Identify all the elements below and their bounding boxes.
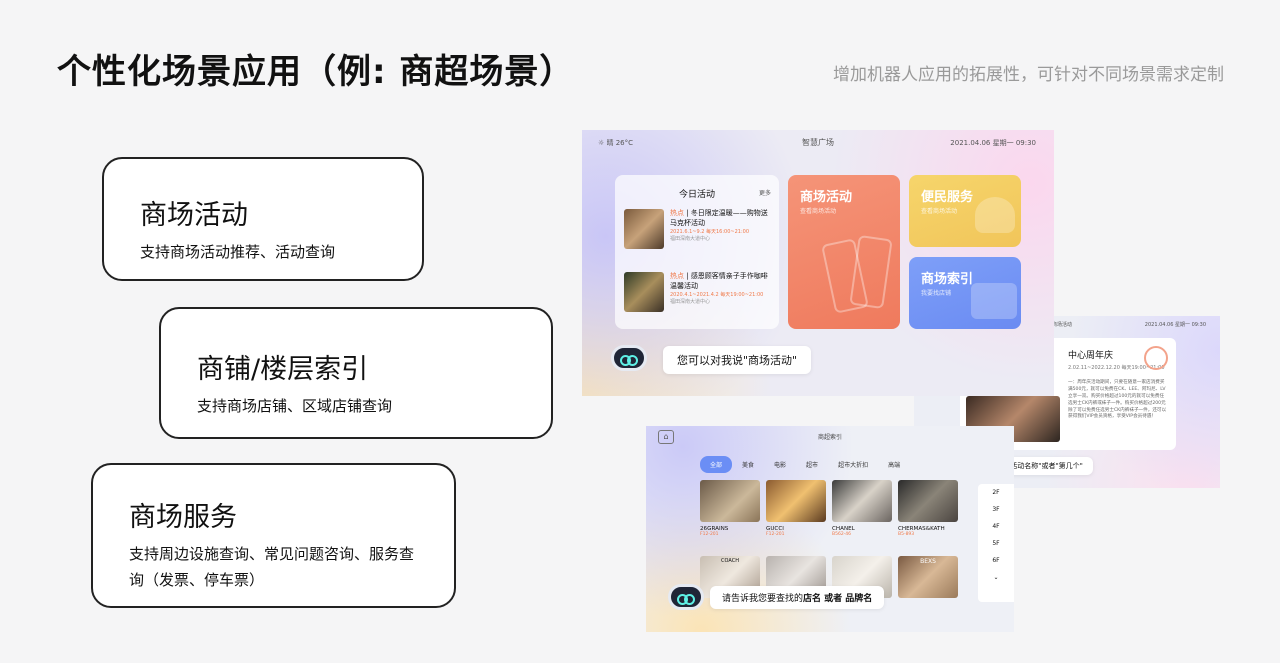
- activity-thumbnail: [624, 209, 664, 249]
- activity-name: 冬日限定温暖——购物送马克杯活动: [670, 209, 768, 227]
- mall-index-screen: ⌂ 商超索引 全部 美食 电影 超市 超市大折扣 高端 26GRAINS F12…: [646, 426, 1014, 632]
- feature-title: 商场活动: [140, 200, 248, 231]
- floor-selector: 2F 3F 4F 5F 6F ⌄: [978, 484, 1014, 602]
- robot-avatar[interactable]: [668, 584, 704, 610]
- hint-text: 请告诉我您要查找的: [722, 594, 804, 604]
- tile-subtitle: 查看商场活动: [800, 208, 837, 215]
- activity-body: 一：周年庆活动期间，只要在随意一家店消费买满500元，就可以免费在CK、LEE、…: [1068, 380, 1167, 420]
- page-subtitle: 增加机器人应用的拓展性，可针对不同场景需求定制: [833, 65, 1224, 85]
- tile-title: 商场索引: [921, 272, 974, 287]
- panel-title: 今日活动: [678, 190, 715, 200]
- activity-item[interactable]: 热点 | 感恩顾客情亲子手作咖啡温馨活动 2020.4.1~2021.4.2 每…: [624, 272, 774, 316]
- activity-date: 2021.6.1~9.2 每天16:00~21:00: [670, 228, 750, 235]
- shop-floor: B5-893: [898, 532, 915, 537]
- slide: 个性化场景应用（例: 商超场景） 增加机器人应用的拓展性，可针对不同场景需求定制…: [0, 0, 1280, 663]
- feature-card-activity: 商场活动 支持商场活动推荐、活动查询: [102, 157, 424, 281]
- screen-header-left: 商场活动: [1052, 322, 1073, 328]
- chevron-down-icon[interactable]: ⌄: [978, 569, 1014, 586]
- activity-place: 福田深南大道中心: [670, 236, 711, 243]
- shop-card[interactable]: GUCCI F12-201: [766, 480, 826, 542]
- feature-title: 商场服务: [129, 502, 237, 533]
- feature-desc: 支持商场店铺、区域店铺查询: [197, 397, 393, 415]
- feature-title: 商铺/楼层索引: [197, 354, 369, 385]
- hint-keywords: 店名 或者 品牌名: [803, 594, 873, 604]
- feature-card-index: 商铺/楼层索引 支持商场店铺、区域店铺查询: [159, 307, 553, 439]
- page-title: 个性化场景应用（例: 商超场景）: [57, 52, 575, 92]
- tab-luxury[interactable]: 高端: [878, 456, 910, 473]
- more-link[interactable]: 更多: [759, 188, 771, 197]
- shop-photo: [898, 480, 958, 522]
- activity-name: 感恩顾客情亲子手作咖啡温馨活动: [670, 272, 768, 290]
- hot-tag: 热点: [670, 272, 684, 280]
- feature-desc: 支持周边设施查询、常见问题咨询、服务查询（发票、停车票）: [129, 545, 415, 589]
- tile-convenience-service[interactable]: 便民服务 查看商场活动: [909, 175, 1021, 247]
- shop-floor: F12-201: [700, 532, 719, 537]
- floor-5f[interactable]: 5F: [978, 535, 1014, 552]
- tab-supermarket[interactable]: 超市: [796, 456, 828, 473]
- voice-hint-bubble: 您可以对我说"商场活动": [663, 346, 812, 374]
- activity-date: 2020.4.1~2021.4.2 每天19:00~21:00: [670, 291, 764, 298]
- mall-home-screen: ☼ 晴 26°C 智慧广场 2021.04.06 星期一 09:30 今日活动 …: [582, 130, 1054, 396]
- shop-card[interactable]: BEXS: [898, 556, 958, 618]
- tile-title: 便民服务: [921, 190, 974, 205]
- tile-title: 商场活动: [800, 190, 853, 205]
- activity-title: 中心周年庆: [1068, 351, 1114, 361]
- shop-photo: [766, 480, 826, 522]
- floor-4f[interactable]: 4F: [978, 518, 1014, 535]
- tab-movie[interactable]: 电影: [764, 456, 796, 473]
- screen-datetime: 2021.04.06 星期一 09:30: [1144, 322, 1206, 328]
- screen-datetime: 2021.04.06 星期一 09:30: [950, 139, 1036, 147]
- map-icon: [971, 283, 1017, 319]
- feature-card-service: 商场服务 支持周边设施查询、常见问题咨询、服务查询（发票、停车票）: [91, 463, 456, 608]
- shop-card[interactable]: CHANEL B562-46: [832, 480, 892, 542]
- tab-all[interactable]: 全部: [700, 456, 733, 473]
- tile-mall-index[interactable]: 商场索引 我要找店铺: [909, 257, 1021, 329]
- activity-place: 福田深南大道中心: [670, 299, 711, 306]
- today-activity-panel: 今日活动 更多 热点 | 冬日限定温暖——购物送马克杯活动 2021.6.1~9…: [615, 175, 779, 329]
- tile-subtitle: 查看商场活动: [921, 208, 958, 215]
- floor-2f[interactable]: 2F: [978, 484, 1014, 501]
- shop-photo: BEXS: [898, 556, 958, 598]
- category-tabs: 全部 美食 电影 超市 超市大折扣 高端: [700, 456, 910, 473]
- tab-food[interactable]: 美食: [732, 456, 764, 473]
- tile-mall-activity[interactable]: 商场活动 查看商场活动: [788, 175, 900, 329]
- tab-discount[interactable]: 超市大折扣: [828, 456, 878, 473]
- shop-card[interactable]: CHERMAS&KATH B5-893: [898, 480, 958, 542]
- tile-subtitle: 我要找店铺: [921, 290, 952, 297]
- robot-avatar[interactable]: [611, 345, 647, 371]
- activity-item[interactable]: 热点 | 冬日限定温暖——购物送马克杯活动 2021.6.1~9.2 每天16:…: [624, 209, 774, 253]
- shop-photo: [700, 480, 760, 522]
- badge-icon: [1144, 346, 1168, 370]
- screen-title: 商超索引: [817, 434, 842, 441]
- shop-floor: F12-201: [766, 532, 785, 537]
- voice-hint-bubble: 请告诉我您要查找的店名 或者 品牌名: [710, 586, 885, 609]
- status-bar: ☼ 晴 26°C 智慧广场 2021.04.06 星期一 09:30: [582, 130, 1054, 154]
- shop-floor: B562-46: [832, 532, 852, 537]
- floor-6f[interactable]: 6F: [978, 552, 1014, 569]
- floor-3f[interactable]: 3F: [978, 501, 1014, 518]
- shop-photo: [832, 480, 892, 522]
- shop-card[interactable]: 26GRAINS F12-201: [700, 480, 760, 542]
- heart-hand-icon: [975, 197, 1015, 233]
- hot-tag: 热点: [670, 209, 684, 217]
- activity-thumbnail: [624, 272, 664, 312]
- feature-desc: 支持商场活动推荐、活动查询: [140, 243, 336, 261]
